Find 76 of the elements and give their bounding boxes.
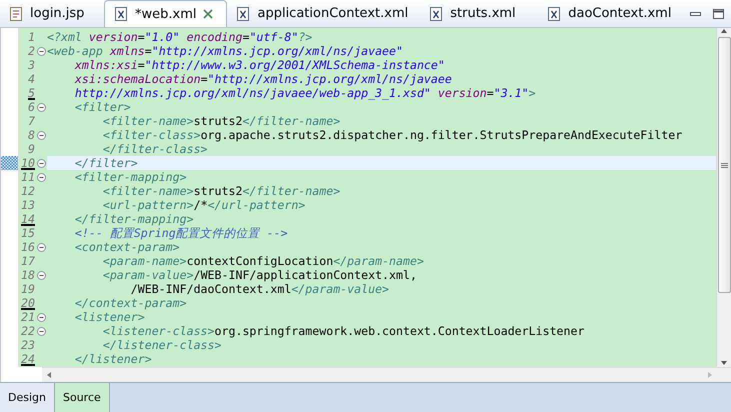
- line-number: 7: [27, 114, 36, 128]
- collapse-icon[interactable]: [36, 242, 46, 252]
- xml-file-icon: [235, 6, 252, 22]
- code-line: <filter-mapping>: [74, 170, 188, 184]
- code-line: <param-name>contextConfigLocation</param-name>: [102, 254, 425, 268]
- editor-tab[interactable]: struts.xml: [420, 0, 538, 27]
- scrollbar-thumb[interactable]: [718, 37, 730, 293]
- collapse-icon[interactable]: [36, 270, 46, 280]
- code-line: <listener>: [74, 310, 146, 324]
- collapse-icon[interactable]: [36, 158, 46, 168]
- line-number: 15: [20, 226, 36, 240]
- editor-tab[interactable]: applicationContext.xml: [227, 0, 420, 27]
- code-line: <?xml version="1.0" encoding="utf-8"?>: [47, 30, 314, 44]
- code-line: /WEB-INF/daoContext.xml</param-value>: [130, 282, 390, 296]
- code-line: xmlns:xsi="http://www.w3.org/2001/XMLSchema-instance": [74, 58, 446, 72]
- editor-mode-tab[interactable]: Design: [0, 383, 55, 412]
- line-number: 8: [27, 128, 36, 142]
- code-line: xsi:schemaLocation="http://xmlns.jcp.org/xml/ns/javaee: [74, 72, 453, 86]
- line-number: 18: [20, 268, 36, 282]
- code-line: http://xmlns.jcp.org/xml/ns/javaee/web-app_3_1.xsd" version="3.1">: [74, 86, 537, 100]
- xml-file-icon: [546, 6, 562, 22]
- line-number: 20: [20, 296, 36, 310]
- collapse-icon[interactable]: [36, 46, 46, 56]
- code-line: </context-param>: [74, 296, 188, 310]
- line-number: 19: [20, 282, 36, 296]
- line-number: 17: [20, 254, 36, 268]
- code-line: <filter-class>org.apache.struts2.dispatcher.ng.filter.StrutsPrepareAndExecuteFilter: [102, 128, 684, 142]
- collapse-icon[interactable]: [36, 172, 46, 182]
- maximize-icon[interactable]: [712, 8, 725, 20]
- code-line: <param-value>/WEB-INF/applicationContext.xml,: [102, 268, 418, 282]
- line-number: 11: [20, 170, 36, 184]
- scroll-right-icon: [707, 371, 713, 379]
- collapse-icon[interactable]: [36, 130, 46, 140]
- code-line: <web-app xmlns="http://xmlns.jcp.org/xml/ns/javaee": [47, 44, 404, 58]
- xml-file-icon: [113, 6, 129, 22]
- code-line: </filter-class>: [102, 142, 209, 156]
- line-number: 12: [20, 184, 36, 198]
- line-number: 14: [20, 212, 36, 226]
- editor-mode-tab[interactable]: Source: [54, 383, 110, 412]
- editor-tab[interactable]: daoContext.xml: [538, 0, 684, 27]
- code-line: </listener>: [74, 352, 153, 366]
- close-icon[interactable]: [202, 8, 214, 20]
- code-line: </filter-mapping>: [74, 212, 195, 226]
- line-number: 5: [27, 86, 36, 100]
- line-number: 1: [27, 30, 36, 44]
- code-line: <url-pattern>/*</url-pattern>: [102, 198, 306, 212]
- code-line: <filter-name>struts2</filter-name>: [102, 114, 342, 128]
- vertical-scrollbar[interactable]: [716, 28, 731, 367]
- code-line: <context-param>: [74, 240, 181, 254]
- code-line: <!-- 配置Spring配置文件的位置 -->: [74, 226, 289, 240]
- code-line: <filter>: [74, 100, 132, 114]
- xml-file-icon: [428, 6, 444, 22]
- line-number: 24: [20, 352, 36, 366]
- collapse-icon[interactable]: [36, 312, 46, 322]
- line-number: 10: [20, 156, 36, 170]
- line-number: 3: [27, 58, 36, 72]
- line-number: 23: [20, 338, 36, 352]
- horizontal-scrollbar[interactable]: [42, 367, 731, 382]
- line-number: 9: [27, 142, 36, 156]
- line-number: 22: [20, 324, 36, 338]
- code-line: <filter-name>struts2</filter-name>: [102, 184, 342, 198]
- line-number: 4: [27, 72, 36, 86]
- code-line: <listener-class>org.springframework.web.context.ContextLoaderListener: [102, 324, 586, 338]
- editor-tab[interactable]: login.jsp: [0, 0, 104, 27]
- line-number: 6: [27, 100, 36, 114]
- line-number: 13: [20, 198, 36, 212]
- editor-tab[interactable]: *web.xml: [104, 0, 228, 27]
- line-number: 16: [20, 240, 36, 254]
- collapse-icon[interactable]: [36, 102, 46, 112]
- line-number: 2: [27, 44, 36, 58]
- code-line: </listener-class>: [102, 338, 223, 352]
- scroll-left-icon: [46, 371, 52, 379]
- collapse-icon[interactable]: [36, 326, 46, 336]
- line-number: 21: [20, 310, 36, 324]
- grip-icon: [720, 162, 728, 168]
- document-icon: [8, 6, 24, 22]
